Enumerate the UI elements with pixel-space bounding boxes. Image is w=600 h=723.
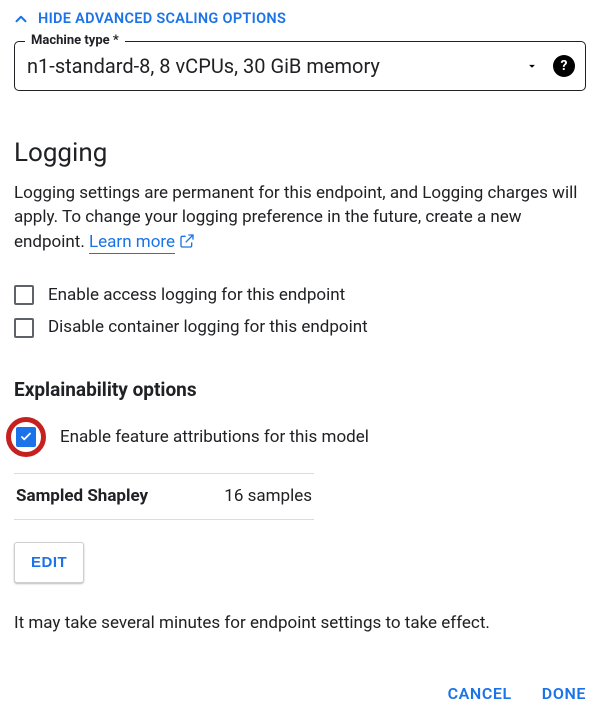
checkbox-label: Enable access logging for this endpoint — [48, 283, 345, 308]
machine-type-label: Machine type * — [25, 32, 125, 51]
logging-heading: Logging — [14, 135, 586, 173]
logging-description: Logging settings are permanent for this … — [14, 181, 586, 257]
explainability-heading: Explainability options — [14, 376, 586, 404]
dropdown-icon — [525, 52, 539, 81]
hide-advanced-label: HIDE ADVANCED SCALING OPTIONS — [38, 8, 286, 29]
machine-type-select[interactable]: Machine type * n1-standard-8, 8 vCPUs, 3… — [14, 41, 586, 91]
learn-more-link[interactable]: Learn more — [89, 232, 175, 254]
checkbox-label: Enable feature attributions for this mod… — [60, 425, 369, 450]
table-row: Sampled Shapley 16 samples — [14, 473, 314, 520]
cancel-button[interactable]: CANCEL — [448, 682, 512, 705]
explain-method-table: Sampled Shapley 16 samples — [14, 473, 314, 520]
checkbox-checked-icon — [16, 427, 36, 447]
checkbox-unchecked-icon — [14, 285, 34, 305]
help-icon[interactable]: ? — [553, 55, 575, 77]
open-in-new-icon — [179, 232, 195, 257]
hide-advanced-toggle[interactable]: HIDE ADVANCED SCALING OPTIONS — [12, 8, 586, 29]
highlight-ring-icon — [6, 417, 46, 457]
done-button[interactable]: DONE — [542, 682, 586, 705]
disable-container-logging-checkbox[interactable]: Disable container logging for this endpo… — [14, 315, 586, 340]
checkbox-unchecked-icon — [14, 318, 34, 338]
chevron-up-icon — [12, 10, 30, 28]
method-value: 16 samples — [224, 484, 312, 509]
method-name: Sampled Shapley — [16, 484, 148, 509]
enable-access-logging-checkbox[interactable]: Enable access logging for this endpoint — [14, 283, 586, 308]
edit-button[interactable]: EDIT — [14, 542, 84, 583]
apply-note: It may take several minutes for endpoint… — [14, 611, 586, 636]
checkbox-label: Disable container logging for this endpo… — [48, 315, 368, 340]
machine-type-value: n1-standard-8, 8 vCPUs, 30 GiB memory — [27, 52, 380, 81]
enable-feature-attributions-checkbox[interactable]: Enable feature attributions for this mod… — [14, 417, 586, 457]
